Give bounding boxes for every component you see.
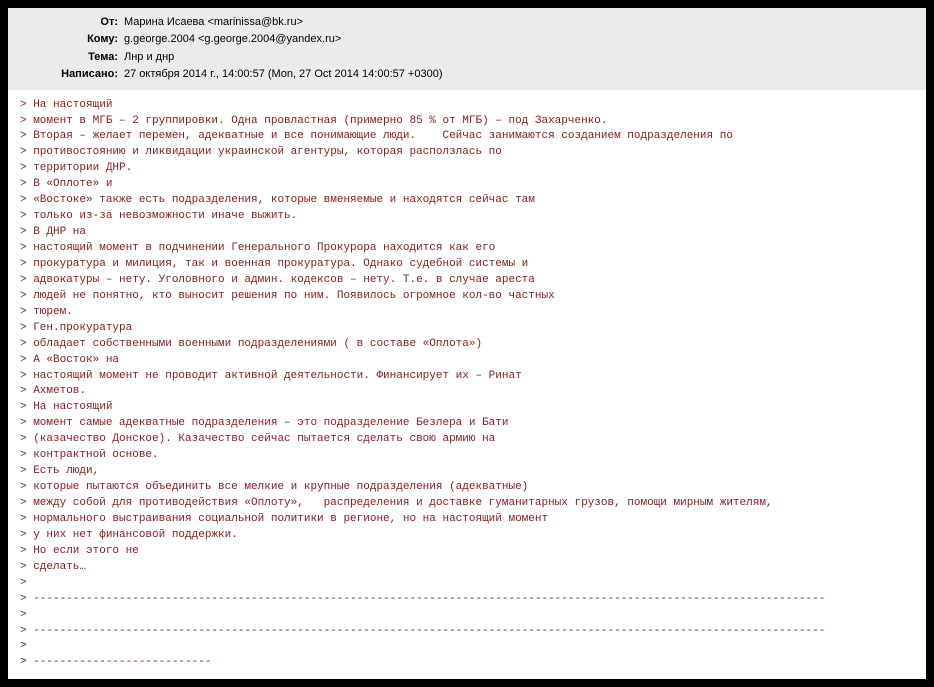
email-container: От: Марина Исаева <marinissa@bk.ru> Кому…	[8, 8, 926, 679]
quoted-line: > настоящий момент в подчинении Генераль…	[20, 241, 914, 257]
header-row-to: Кому: g.george.2004 <g.george.2004@yande…	[8, 31, 926, 48]
quoted-line: > прокуратура и милиция, так и военная п…	[20, 257, 914, 273]
quoted-line: > обладает собственными военными подразд…	[20, 337, 914, 353]
quoted-line: > На настоящий	[20, 400, 914, 416]
quoted-line: >	[20, 639, 914, 655]
quoted-line: > «Востоке» также есть подразделения, ко…	[20, 193, 914, 209]
quoted-line: > В ДНР на	[20, 225, 914, 241]
date-label: Написано:	[8, 67, 122, 82]
header-row-subject: Тема: Лнр и днр	[8, 49, 926, 66]
quoted-line: > у них нет финансовой поддержки.	[20, 528, 914, 544]
quoted-line: > --------------------------------------…	[20, 592, 914, 608]
quoted-line: > территории ДНР.	[20, 161, 914, 177]
quoted-line: > момент самые адекватные подразделения …	[20, 416, 914, 432]
header-row-from: От: Марина Исаева <marinissa@bk.ru>	[8, 14, 926, 31]
quoted-line: > В «Оплоте» и	[20, 177, 914, 193]
date-value: 27 октября 2014 г., 14:00:57 (Mon, 27 Oc…	[122, 67, 442, 82]
from-label: От:	[8, 15, 122, 30]
quoted-line: > На настоящий	[20, 98, 914, 114]
quoted-line: > Но если этого не	[20, 544, 914, 560]
quoted-line: >	[20, 576, 914, 592]
quoted-line: > Вторая – желает перемен, адекватные и …	[20, 129, 914, 145]
quoted-line: > Ген.прокуратура	[20, 321, 914, 337]
email-header: От: Марина Исаева <marinissa@bk.ru> Кому…	[8, 8, 926, 90]
quoted-line: > момент в МГБ – 2 группировки. Одна про…	[20, 114, 914, 130]
quoted-line: > контрактной основе.	[20, 448, 914, 464]
header-row-date: Написано: 27 октября 2014 г., 14:00:57 (…	[8, 66, 926, 83]
quoted-line: > Есть люди,	[20, 464, 914, 480]
quoted-line: > которые пытаются объединить все мелкие…	[20, 480, 914, 496]
subject-value: Лнр и днр	[122, 50, 174, 65]
quoted-line: > тюрем.	[20, 305, 914, 321]
to-label: Кому:	[8, 32, 122, 47]
quoted-line: > (казачество Донское). Казачество сейча…	[20, 432, 914, 448]
quoted-line: > ---------------------------	[20, 655, 914, 671]
quoted-line: > адвокатуры – нету. Уголовного и админ.…	[20, 273, 914, 289]
quoted-line: > противостоянию и ликвидации украинской…	[20, 145, 914, 161]
from-value: Марина Исаева <marinissa@bk.ru>	[122, 15, 303, 30]
quoted-line: > сделать…	[20, 560, 914, 576]
quoted-line: > --------------------------------------…	[20, 624, 914, 640]
quoted-line: > нормального выстраивания социальной по…	[20, 512, 914, 528]
email-body: > На настоящий> момент в МГБ – 2 группир…	[8, 90, 926, 680]
quoted-line: > между собой для противодействия «Оплот…	[20, 496, 914, 512]
quoted-line: > настоящий момент не проводит активной …	[20, 369, 914, 385]
to-value: g.george.2004 <g.george.2004@yandex.ru>	[122, 32, 341, 47]
quoted-line: > людей не понятно, кто выносит решения …	[20, 289, 914, 305]
subject-label: Тема:	[8, 50, 122, 65]
quoted-line: > Ахметов.	[20, 384, 914, 400]
quoted-line: >	[20, 608, 914, 624]
quoted-line: > А «Восток» на	[20, 353, 914, 369]
quoted-line: > только из-за невозможности иначе выжит…	[20, 209, 914, 225]
